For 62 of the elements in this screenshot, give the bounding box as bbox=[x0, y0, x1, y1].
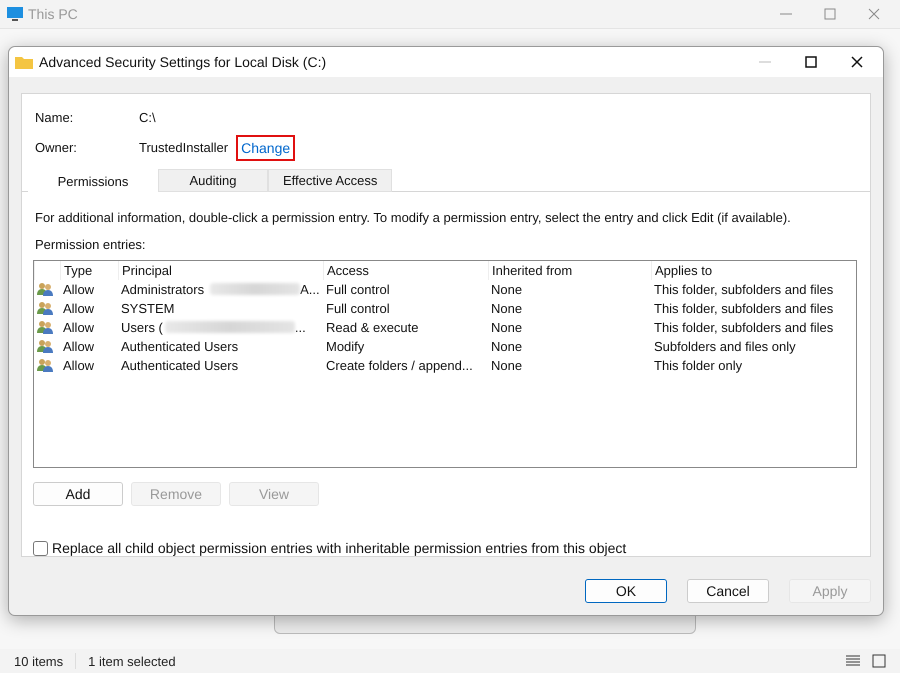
checkbox-label: Replace all child object permission entries with inheritable permission entries from this object bbox=[52, 540, 626, 556]
monitor-icon bbox=[6, 6, 24, 22]
users-icon bbox=[37, 301, 53, 316]
table-cell-text: This folder, subfolders and files bbox=[653, 300, 834, 318]
minimize-icon[interactable] bbox=[780, 13, 792, 15]
table-cell-text: This folder, subfolders and files bbox=[653, 318, 834, 337]
tiles-view-icon[interactable] bbox=[872, 654, 886, 668]
selection-count: 1 item selected bbox=[88, 654, 176, 668]
users-icon bbox=[37, 358, 53, 372]
table-cell-text: Allow bbox=[62, 280, 96, 299]
table-cell-text: Full control bbox=[325, 280, 391, 299]
table-cell-text: Allow bbox=[62, 338, 96, 356]
info-text: For additional information, double-click a permission entry. To modify a permission entry, select the entry and click Edit (if available). bbox=[35, 210, 792, 225]
table-cell-text: None bbox=[490, 356, 524, 375]
table-cell-text: Allow bbox=[62, 356, 96, 375]
principal-text: Authenticated Users bbox=[121, 338, 238, 354]
owner-label: Owner: bbox=[35, 140, 78, 156]
table-cell-text: Read & execute bbox=[325, 318, 420, 337]
dialog-title: Advanced Security Settings for Local Disk (C:) bbox=[39, 54, 328, 70]
tab[interactable]: Auditing bbox=[158, 168, 268, 192]
entries-label: Permission entries: bbox=[35, 236, 147, 252]
table-cell-text: Full control bbox=[325, 300, 391, 318]
table-cell-text: Allow bbox=[62, 318, 96, 337]
maximize-icon[interactable] bbox=[805, 56, 817, 68]
principal-text: SYSTEM bbox=[121, 300, 174, 316]
name-label: Name: bbox=[35, 110, 74, 125]
table-cell-text: Allow bbox=[62, 300, 96, 318]
users-icon bbox=[37, 320, 53, 334]
name-value: C:\ bbox=[139, 110, 156, 125]
principal-tail: A... bbox=[300, 282, 320, 297]
principal-text: Users ( bbox=[121, 320, 163, 335]
table-cell-text: This folder only bbox=[653, 356, 744, 375]
principal-text: Authenticated Users bbox=[121, 358, 238, 373]
users-icon bbox=[37, 339, 53, 354]
tab[interactable]: Effective Access bbox=[268, 168, 392, 192]
users-icon bbox=[37, 282, 53, 296]
dialog-button[interactable]: Cancel bbox=[687, 579, 769, 603]
principal-text: Administrators bbox=[121, 282, 204, 297]
owner-value: TrustedInstaller bbox=[139, 140, 228, 156]
column-header[interactable]: Access bbox=[323, 260, 488, 280]
action-button[interactable]: Add bbox=[33, 482, 123, 506]
table-cell-text: Modify bbox=[325, 338, 366, 356]
column-header[interactable]: Applies to bbox=[651, 260, 856, 280]
principal-tail: ... bbox=[294, 320, 306, 335]
table-cell-text: None bbox=[490, 300, 524, 318]
checkbox[interactable] bbox=[33, 540, 48, 556]
table-cell-text: None bbox=[490, 318, 524, 337]
folder-icon bbox=[15, 55, 33, 69]
column-header[interactable]: Type bbox=[60, 260, 118, 280]
column-header[interactable]: Inherited from bbox=[488, 260, 651, 280]
window-title: This PC bbox=[28, 6, 79, 22]
table-cell-text: None bbox=[490, 280, 524, 299]
table-cell-text: Subfolders and files only bbox=[653, 338, 797, 356]
details-view-icon[interactable] bbox=[846, 655, 860, 667]
dialog-button[interactable]: OK bbox=[585, 579, 667, 603]
item-count: 10 items bbox=[14, 654, 64, 668]
change-link[interactable]: Change bbox=[236, 134, 296, 161]
table-cell-text: Create folders / append... bbox=[325, 356, 474, 375]
table-cell-text: None bbox=[490, 338, 524, 356]
close-icon[interactable] bbox=[851, 56, 863, 68]
table-cell-text: This folder, subfolders and files bbox=[653, 280, 834, 299]
column-header[interactable]: Principal bbox=[118, 260, 323, 280]
